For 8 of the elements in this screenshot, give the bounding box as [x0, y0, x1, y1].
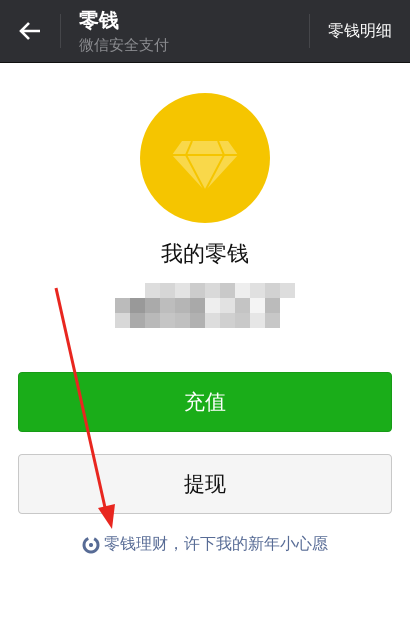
details-button[interactable]: 零钱明细 [310, 0, 410, 62]
wealth-icon [82, 536, 100, 554]
diamond-coin-icon [140, 93, 270, 223]
page-subtitle: 微信安全支付 [79, 36, 170, 55]
withdraw-button[interactable]: 提现 [18, 454, 392, 514]
promo-link[interactable]: 零钱理财，许下我的新年小心愿 [104, 534, 328, 555]
page-title: 零钱 [79, 7, 120, 34]
balance-label: 我的零钱 [161, 241, 249, 269]
